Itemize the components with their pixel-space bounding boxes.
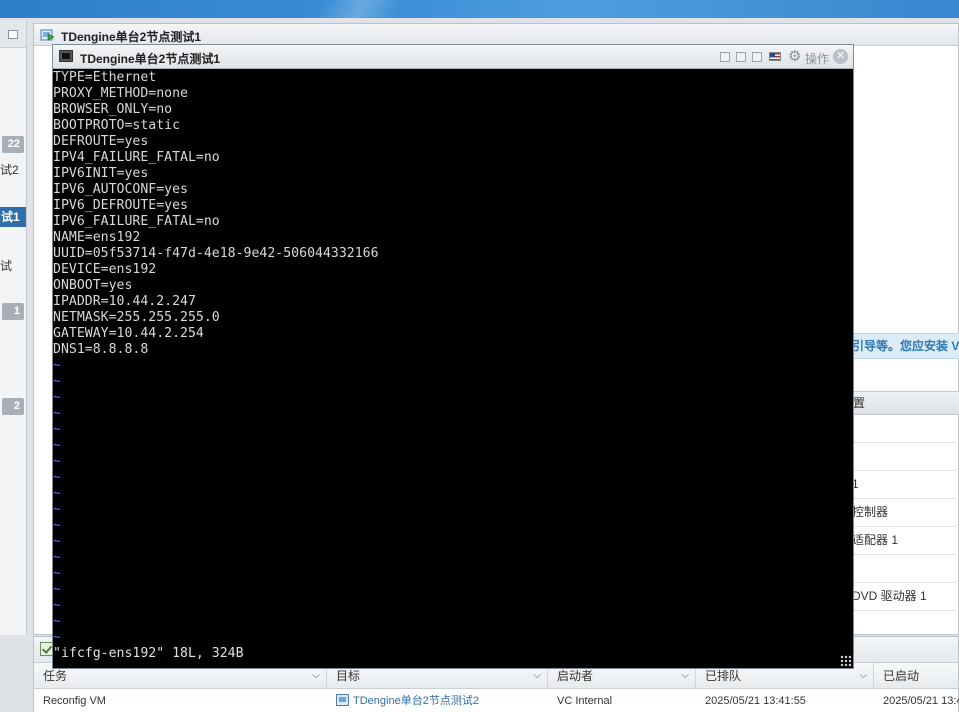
- vm-hardware-table: 置 1 控制器 适配器 1 DVD 驱动器 1: [849, 391, 959, 611]
- navigator-item[interactable]: 2: [0, 398, 26, 418]
- terminal-content: TYPE=Ethernet PROXY_METHOD=none BROWSER_ON…: [53, 70, 853, 646]
- app-header-bar: [0, 0, 959, 18]
- navigator-item[interactable]: 1: [0, 303, 26, 323]
- fullscreen-icon[interactable]: [720, 52, 730, 62]
- vim-empty-line-tilde: ~: [53, 454, 61, 469]
- vim-empty-line-tilde: ~: [53, 502, 61, 517]
- vim-empty-line-tilde: ~: [53, 598, 61, 613]
- task-queued-cell: 2025/05/21 13:41:55: [705, 695, 806, 707]
- vim-empty-line-tilde: ~: [53, 390, 61, 405]
- maximize-icon[interactable]: [752, 52, 762, 62]
- terminal-line: BROWSER_ONLY=no: [53, 102, 173, 117]
- terminal-line: IPV6INIT=yes: [53, 166, 149, 181]
- terminal-line: TYPE=Ethernet: [53, 70, 157, 85]
- terminal-line: PROXY_METHOD=none: [53, 86, 188, 101]
- vim-empty-line-tilde: ~: [53, 358, 61, 373]
- actions-menu-label[interactable]: 操作: [805, 50, 829, 67]
- console-title: TDengine单台2节点测试1: [80, 52, 221, 66]
- terminal-screen[interactable]: TYPE=Ethernet PROXY_METHOD=none BROWSER_ON…: [53, 70, 853, 668]
- vim-empty-line-tilde: ~: [53, 422, 61, 437]
- hw-row[interactable]: [849, 415, 959, 443]
- vm-icon: [336, 694, 349, 706]
- task-initiator-cell: VC Internal: [557, 695, 613, 707]
- count-badge: 1: [2, 303, 24, 320]
- terminal-line: IPV6_AUTOCONF=yes: [53, 182, 188, 197]
- resize-grip-icon[interactable]: [840, 655, 851, 666]
- navigator-pane: 22 试2 试1 试 1 2: [0, 20, 27, 635]
- vim-empty-line-tilde: ~: [53, 486, 61, 501]
- vm-panel-titlebar: TDengine单台2节点测试1: [34, 24, 958, 46]
- navigator-item[interactable]: 22: [0, 136, 26, 156]
- terminal-line: BOOTPROTO=static: [53, 118, 181, 133]
- hw-row[interactable]: DVD 驱动器 1: [849, 583, 959, 611]
- vim-status-line: "ifcfg-ens192" 18L, 324B: [53, 646, 244, 661]
- task-started-cell: 2025/05/21 13:41: [883, 695, 959, 707]
- collapse-pane-icon[interactable]: [8, 30, 18, 39]
- task-name-cell: Reconfig VM: [43, 695, 106, 707]
- hw-row[interactable]: 适配器 1: [849, 527, 959, 555]
- count-badge: 22: [2, 136, 24, 153]
- hw-table-header: 置: [849, 391, 959, 415]
- navigator-item[interactable]: 试2: [0, 160, 26, 180]
- task-target-cell[interactable]: TDengine单台2节点测试2: [327, 689, 548, 712]
- vim-empty-line-tilde: ~: [53, 566, 61, 581]
- keyboard-language-flag-icon[interactable]: [769, 52, 781, 61]
- monitor-icon: [59, 50, 73, 62]
- vim-empty-line-tilde: ~: [53, 534, 61, 549]
- vim-empty-line-tilde: ~: [53, 630, 61, 645]
- vim-empty-line-tilde: ~: [53, 614, 61, 629]
- vim-empty-line-tilde: ~: [53, 374, 61, 389]
- minimize-icon[interactable]: [736, 52, 746, 62]
- terminal-line: UUID=05f53714-f47d-4e18-9e42-50604433216…: [53, 246, 379, 261]
- terminal-line: DEVICE=ens192: [53, 262, 157, 277]
- vim-empty-line-tilde: ~: [53, 470, 61, 485]
- hw-row[interactable]: [849, 443, 959, 471]
- vim-empty-line-tilde: ~: [53, 438, 61, 453]
- vim-empty-line-tilde: ~: [53, 406, 61, 421]
- gear-icon[interactable]: ⚙: [788, 49, 804, 65]
- navigator-item[interactable]: 试: [0, 256, 26, 276]
- hw-row[interactable]: 控制器: [849, 499, 959, 527]
- terminal-line: DEFROUTE=yes: [53, 134, 149, 149]
- terminal-line: IPV6_FAILURE_FATAL=no: [53, 214, 220, 229]
- hw-row[interactable]: [849, 555, 959, 583]
- navigator-topbar: [0, 20, 26, 48]
- count-badge: 2: [2, 398, 24, 415]
- terminal-line: ONBOOT=yes: [53, 278, 133, 293]
- vm-icon: [40, 29, 55, 41]
- console-titlebar[interactable]: TDengine单台2节点测试1 ⚙ 操作 ✕: [53, 45, 853, 69]
- terminal-line: NETMASK=255.255.255.0: [53, 310, 220, 325]
- vm-panel-title: TDengine单台2节点测试1: [61, 30, 202, 44]
- chevron-down-icon[interactable]: ⌵: [859, 663, 867, 689]
- vim-empty-line-tilde: ~: [53, 582, 61, 597]
- table-row[interactable]: Reconfig VM TDengine单台2节点测试2 VC Internal…: [34, 689, 959, 712]
- close-icon[interactable]: ✕: [833, 49, 848, 64]
- terminal-line: DNS1=8.8.8.8: [53, 342, 149, 357]
- navigator-item-selected[interactable]: 试1: [0, 207, 26, 227]
- column-header-started[interactable]: 已启动: [874, 663, 959, 689]
- terminal-line: IPADDR=10.44.2.247: [53, 294, 196, 309]
- terminal-line: GATEWAY=10.44.2.254: [53, 326, 204, 341]
- terminal-line: IPV4_FAILURE_FATAL=no: [53, 150, 220, 165]
- tools-warning-banner[interactable]: 引导等。您应安装 V: [849, 333, 959, 359]
- terminal-line: NAME=ens192: [53, 230, 141, 245]
- hw-row[interactable]: 1: [849, 471, 959, 499]
- vim-empty-line-tilde: ~: [53, 550, 61, 565]
- vm-console-window[interactable]: TDengine单台2节点测试1 ⚙ 操作 ✕ TYPE=Ethernet PRO…: [52, 44, 854, 669]
- vim-empty-line-tilde: ~: [53, 518, 61, 533]
- terminal-line: IPV6_DEFROUTE=yes: [53, 198, 188, 213]
